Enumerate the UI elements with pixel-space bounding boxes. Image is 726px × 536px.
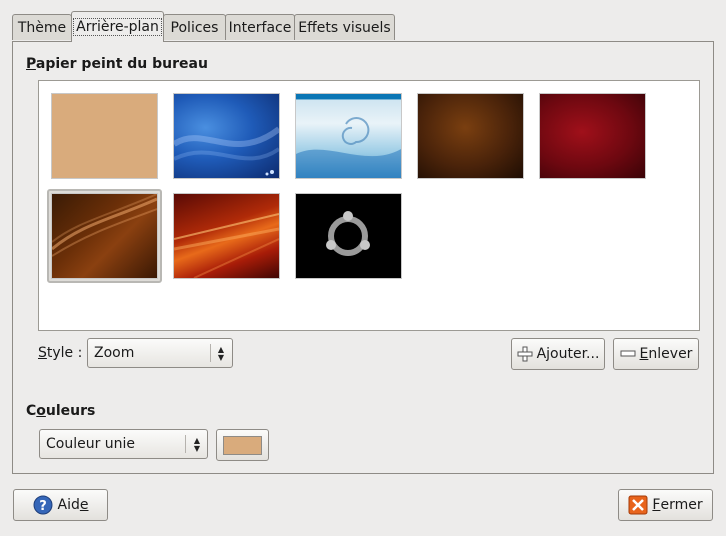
help-button[interactable]: ? Aid e [13,489,108,521]
wallpaper-section-title: Papier peint du bureau [26,56,208,72]
wallpaper-orange-rays[interactable] [173,193,280,279]
brown-waves-graphic [52,194,157,257]
ubuntu-logo-graphic [326,211,370,256]
help-icon: ? [33,495,52,515]
close-label-rest: ermer [660,497,703,513]
color-mode-value: Couleur unie [46,436,136,452]
updown-arrows-icon: ▲ ▼ [193,436,201,453]
remove-wallpaper-button[interactable]: Enlever [613,338,699,370]
tab-fonts-label: Polices [170,19,219,36]
colors-section-title: Couleurs [26,403,95,419]
wallpaper-debian-swirl[interactable] [295,93,402,179]
close-button[interactable]: Fermer [618,489,713,521]
tab-background-label: Arrière-plan [73,18,162,36]
remove-label-mnemonic: E [639,346,649,362]
style-select-value: Zoom [94,345,135,361]
colors-title-mnemonic: o [36,403,46,419]
debian-swirl-graphic [296,117,401,178]
wallpaper-brown-waves[interactable] [51,193,158,279]
color-mode-select[interactable]: Couleur unie ▲ ▼ [39,429,208,459]
colors-title-pre: C [26,403,37,419]
help-label-mnemonic: e [79,497,89,513]
updown-arrows-icon: ▲ ▼ [217,345,225,362]
remove-label-post: nlever [648,346,693,362]
tab-interface-label: Interface [228,19,292,36]
style-label: Style : [38,345,82,361]
tab-theme-label: Thème [17,19,67,36]
tab-background[interactable]: Arrière-plan [71,11,164,42]
tab-interface[interactable]: Interface [225,14,295,40]
colors-title-rest: uleurs [45,403,96,419]
add-label-pre: A [536,346,547,362]
style-select[interactable]: Zoom ▲ ▼ [87,338,233,368]
tab-theme[interactable]: Thème [12,14,72,40]
style-label-mnemonic: S [38,345,47,361]
plus-icon [517,346,533,362]
wallpaper-plain-tan[interactable] [51,93,158,179]
tab-fonts[interactable]: Polices [163,14,226,40]
color-swatch [223,435,262,455]
orange-rays-graphic [174,213,279,278]
wallpaper-dark-red[interactable] [539,93,646,179]
wallpaper-brown-texture[interactable] [417,93,524,179]
close-icon [628,495,648,515]
svg-text:?: ? [39,499,47,514]
wallpaper-ubuntu-logo[interactable] [295,193,402,279]
wallpaper-blue-swirl[interactable] [173,93,280,179]
help-label-pre: Aid [57,497,80,513]
blue-swirl-graphic [174,126,279,176]
wallpaper-title-mnemonic: P [26,56,36,72]
add-label-post: outer... [550,346,600,362]
tab-visual-effects-label: Effets visuels [298,19,391,36]
add-wallpaper-button[interactable]: Aj outer... [511,338,605,370]
color-picker-button[interactable] [216,429,269,461]
close-label-mnemonic: F [652,497,661,513]
style-select-separator [210,344,211,362]
color-mode-separator [185,435,186,453]
tab-visual-effects[interactable]: Effets visuels [294,14,395,40]
minus-icon [620,350,636,357]
style-label-rest: tyle : [46,345,83,361]
wallpaper-title-rest: apier peint du bureau [35,56,208,72]
